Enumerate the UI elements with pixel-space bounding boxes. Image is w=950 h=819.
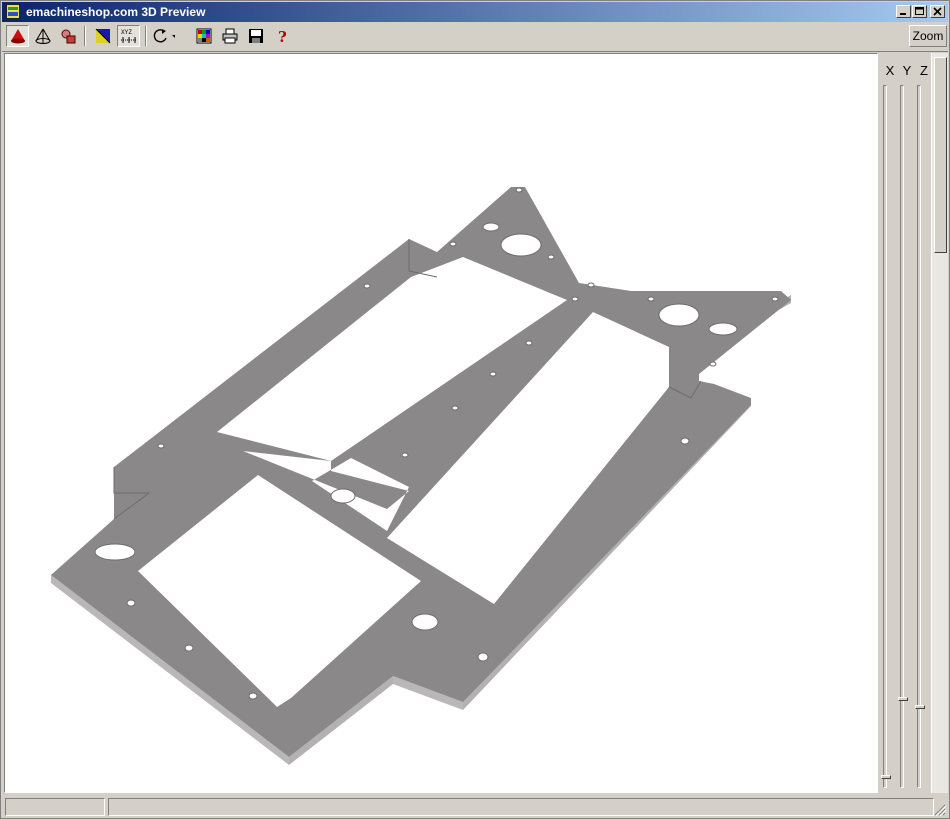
part-render	[51, 187, 791, 765]
wireframe-view-button[interactable]	[31, 25, 54, 47]
toolbar-separator	[145, 26, 147, 46]
title-bar[interactable]: emachineshop.com 3D Preview	[2, 2, 948, 22]
solid-view-button[interactable]	[6, 25, 29, 47]
resize-grip-icon[interactable]	[934, 804, 946, 816]
axes-toggle-button[interactable]: XYZ	[117, 25, 140, 47]
shading-button[interactable]	[91, 25, 114, 47]
color-grid-icon	[196, 28, 211, 44]
y-axis-label: Y	[902, 63, 912, 78]
save-button[interactable]	[244, 25, 267, 47]
shading-square-icon	[95, 28, 110, 44]
red-cone-icon	[10, 29, 25, 44]
y-slider-thumb[interactable]	[898, 697, 908, 701]
x-slider-thumb[interactable]	[881, 775, 891, 779]
toolbar: XYZ ? Zoom	[2, 23, 948, 52]
scrollbar-thumb[interactable]	[934, 57, 947, 253]
help-question-icon: ?	[278, 28, 287, 45]
rotate-button[interactable]	[152, 25, 175, 47]
y-slider-track[interactable]	[900, 85, 904, 788]
printer-icon	[222, 28, 237, 44]
part-top-face	[51, 187, 791, 757]
svg-text:?: ?	[278, 28, 287, 45]
toolbar-separator	[84, 26, 86, 46]
zoom-button[interactable]: Zoom	[909, 25, 947, 47]
maximize-icon	[915, 7, 924, 15]
z-slider-track[interactable]	[917, 85, 921, 788]
colors-button[interactable]	[192, 25, 215, 47]
axis-slider-panel: X Y Z	[879, 53, 931, 793]
x-slider-track[interactable]	[883, 85, 887, 788]
status-pane-2	[108, 798, 934, 816]
minimize-button[interactable]	[896, 5, 911, 18]
z-axis-label: Z	[920, 63, 928, 78]
status-bar	[2, 796, 948, 818]
help-button[interactable]: ?	[270, 25, 293, 47]
xyz-axes-icon: XYZ	[120, 29, 137, 43]
status-pane-1	[5, 798, 105, 816]
close-icon	[933, 7, 942, 16]
parts-icon	[61, 29, 75, 44]
rotate-arrows-icon	[153, 29, 175, 43]
print-button[interactable]	[218, 25, 241, 47]
wireframe-cone-icon	[35, 28, 50, 44]
maximize-button[interactable]	[912, 5, 927, 18]
close-button[interactable]	[930, 5, 945, 18]
floppy-disk-icon	[248, 29, 263, 43]
z-slider-thumb[interactable]	[915, 705, 925, 709]
window-title: emachineshop.com 3D Preview	[26, 5, 206, 19]
svg-text:XYZ: XYZ	[121, 29, 132, 36]
x-axis-label: X	[885, 63, 895, 78]
preview-window: emachineshop.com 3D Preview XYZ ? Zoom X…	[0, 0, 950, 819]
vertical-scrollbar[interactable]	[931, 53, 948, 793]
parts-view-button[interactable]	[56, 25, 79, 47]
3d-viewport[interactable]	[4, 53, 878, 793]
app-icon	[6, 4, 20, 19]
minimize-icon	[900, 13, 906, 15]
